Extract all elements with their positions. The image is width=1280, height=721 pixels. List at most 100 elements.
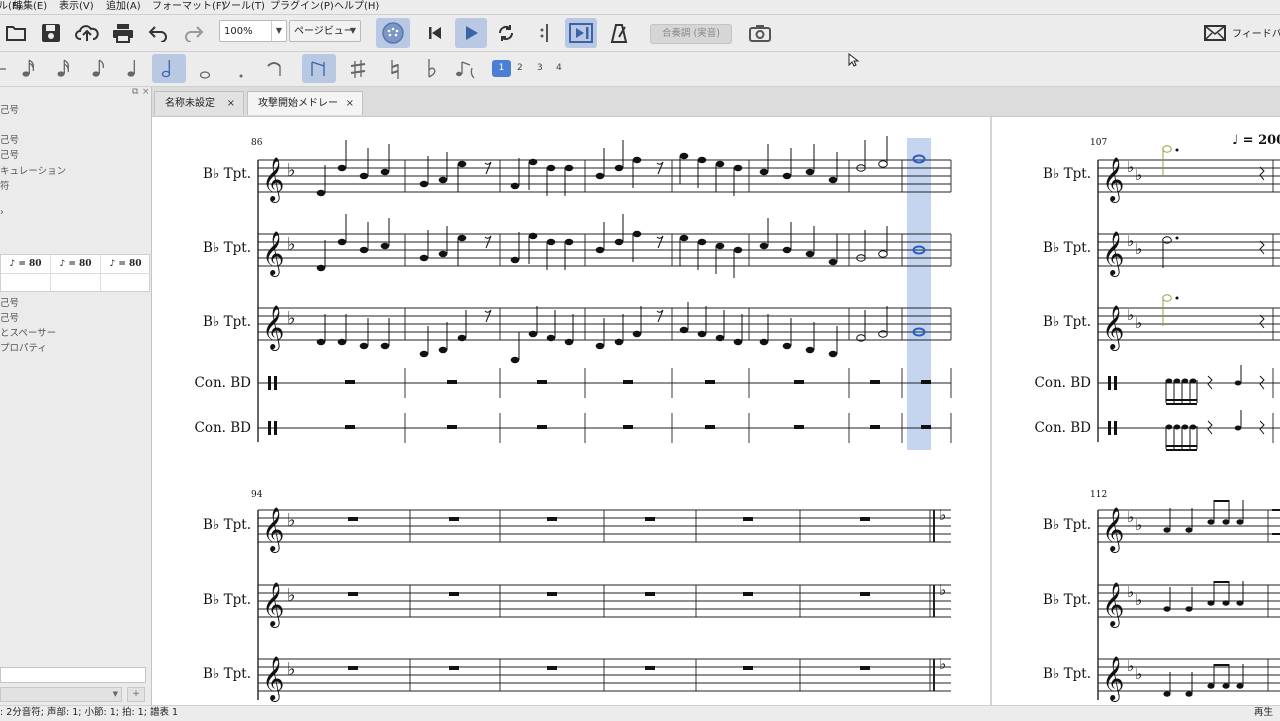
score-canvas[interactable]: 𝄞 𝄞 𝄞 ♭ ♭ ♭ 𝄞 𝄞 𝄞 ♭ ♭ ♭ ♭ ♭ ♭ 𝄞 𝄞 𝄞 ♭ ♭ … bbox=[152, 117, 1280, 705]
note bbox=[595, 222, 605, 254]
note bbox=[1222, 500, 1230, 525]
tie-icon bbox=[267, 62, 281, 76]
half-note bbox=[856, 140, 866, 172]
zoom-combo[interactable]: 100% ▼ bbox=[219, 20, 287, 42]
print-icon[interactable] bbox=[111, 22, 135, 44]
measure-number: 94 bbox=[251, 490, 263, 500]
note bbox=[632, 306, 642, 338]
palette-label[interactable]: とスペーサー bbox=[0, 325, 56, 339]
palette-label[interactable]: 己号 bbox=[0, 310, 19, 324]
menu-add[interactable]: 追加(A) bbox=[106, 0, 141, 13]
palette-arrow[interactable]: › bbox=[0, 207, 4, 218]
flat-key: ♭ bbox=[1127, 232, 1134, 250]
play-button[interactable] bbox=[455, 18, 487, 48]
open-folder-icon[interactable] bbox=[4, 22, 28, 44]
tempo-cell[interactable]: ♪ = 80 bbox=[101, 255, 150, 274]
mail-icon[interactable] bbox=[1203, 22, 1227, 44]
bar-rests bbox=[348, 517, 870, 670]
palette-label[interactable]: 己号 bbox=[0, 132, 19, 146]
chevron-down-icon: ▼ bbox=[349, 26, 357, 35]
instrument-label: Con. BD bbox=[1035, 375, 1092, 391]
tempo-cell[interactable]: ♪ = 80 bbox=[51, 255, 101, 274]
note bbox=[632, 156, 642, 188]
loop-icon[interactable] bbox=[495, 22, 517, 44]
staff-lines bbox=[258, 159, 951, 429]
camera-icon[interactable] bbox=[747, 22, 773, 44]
sharp-icon bbox=[350, 60, 366, 78]
loop-in-icon[interactable] bbox=[533, 22, 555, 44]
add-workspace-button[interactable]: + bbox=[127, 687, 145, 702]
flat-key: ♭ bbox=[1127, 583, 1134, 601]
note bbox=[697, 156, 707, 188]
palette-search-input[interactable] bbox=[0, 667, 146, 683]
menu-view[interactable]: 表示(V) bbox=[59, 0, 94, 13]
voice-1-button[interactable]: 1 bbox=[492, 60, 511, 77]
note bbox=[595, 318, 605, 350]
rewind-icon[interactable] bbox=[424, 22, 446, 44]
instrument-label: B♭ Tpt. bbox=[203, 166, 251, 182]
close-icon[interactable]: × bbox=[142, 87, 150, 97]
menu-help[interactable]: ヘルプ(H) bbox=[334, 0, 379, 13]
voice-3-button[interactable]: 3 bbox=[537, 63, 543, 73]
pan-icon bbox=[569, 23, 593, 43]
quarter-note-icon bbox=[127, 60, 135, 77]
note bbox=[316, 165, 326, 197]
undock-icon[interactable]: ⧉ bbox=[132, 87, 138, 97]
treble-clef: 𝄞 bbox=[262, 582, 284, 628]
dotted-half-note-ghost bbox=[1162, 145, 1172, 177]
pan-score-button[interactable] bbox=[565, 18, 597, 48]
cloud-upload-icon[interactable] bbox=[74, 22, 100, 44]
measure-number: 86 bbox=[251, 138, 263, 148]
menu-format[interactable]: フォーマット(F) bbox=[152, 0, 226, 13]
view-mode-select[interactable]: ページビュー ▼ bbox=[289, 20, 361, 42]
percussion-clefs bbox=[268, 376, 277, 435]
flat-key: ♭ bbox=[1127, 508, 1134, 526]
metronome-icon[interactable] bbox=[608, 22, 630, 44]
quarter-rest bbox=[1259, 166, 1265, 329]
menu-plugins[interactable]: プラグイン(P) bbox=[270, 0, 334, 13]
palette-label[interactable]: 符 bbox=[0, 178, 10, 192]
flat-key: ♭ bbox=[1135, 166, 1142, 184]
note bbox=[380, 318, 390, 350]
treble-clef: 𝄞 bbox=[1102, 582, 1124, 628]
palette-label[interactable]: 己号 bbox=[0, 102, 19, 116]
chevron-down-icon: ▼ bbox=[271, 21, 286, 41]
instrument-label: B♭ Tpt. bbox=[203, 666, 251, 682]
menu-edit[interactable]: 編集(E) bbox=[13, 0, 47, 13]
rest-voice-icon bbox=[456, 61, 475, 79]
concert-pitch-button[interactable]: 合奏調 (実音) bbox=[650, 24, 732, 44]
dotted-half-note bbox=[1162, 236, 1172, 268]
midi-input-button[interactable] bbox=[376, 18, 410, 48]
note bbox=[510, 332, 520, 364]
voice-2-button[interactable]: 2 bbox=[517, 63, 523, 73]
instrument-label: Con. BD bbox=[1035, 420, 1092, 436]
tab-attack-medley[interactable]: 攻撃開始メドレー × bbox=[247, 91, 363, 115]
palette-label[interactable]: 己号 bbox=[0, 295, 19, 309]
redo-icon[interactable] bbox=[182, 22, 206, 44]
close-icon[interactable]: × bbox=[227, 92, 235, 116]
note bbox=[614, 140, 624, 172]
palette-label[interactable]: 己号 bbox=[0, 147, 19, 161]
note bbox=[337, 314, 347, 346]
workspace-select[interactable]: ▼ bbox=[0, 687, 122, 702]
note bbox=[1185, 672, 1193, 697]
system4-staves bbox=[1097, 509, 1280, 700]
note bbox=[359, 148, 369, 180]
voice-4-button[interactable]: 4 bbox=[556, 63, 562, 73]
flat-key: ♭ bbox=[287, 659, 296, 680]
undo-icon[interactable] bbox=[146, 22, 170, 44]
instrument-label: Con. BD bbox=[195, 420, 252, 436]
menu-tools[interactable]: ツール(T) bbox=[221, 0, 265, 13]
note bbox=[546, 310, 556, 342]
save-icon[interactable] bbox=[40, 22, 62, 44]
palette-label[interactable]: プロパティ bbox=[0, 340, 47, 354]
tab-untitled[interactable]: 名称未設定 × bbox=[154, 91, 244, 115]
system1-staves bbox=[257, 159, 952, 443]
half-note bbox=[856, 230, 866, 262]
feedback-label[interactable]: フィードバッ bbox=[1232, 25, 1280, 40]
palette-label[interactable]: キュレーション bbox=[0, 163, 66, 177]
treble-clef: 𝄞 bbox=[1102, 157, 1124, 203]
close-icon[interactable]: × bbox=[346, 92, 354, 116]
tempo-cell[interactable]: ♪ = 80 bbox=[1, 255, 51, 274]
note bbox=[1207, 500, 1215, 525]
